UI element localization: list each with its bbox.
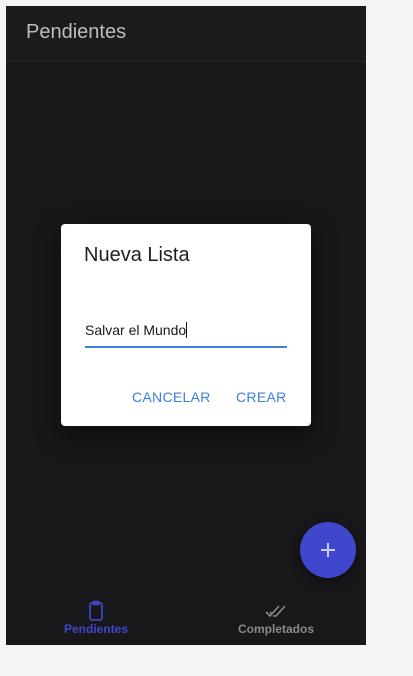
done-all-icon bbox=[265, 605, 286, 618]
list-name-input[interactable]: Salvar el Mundo bbox=[85, 316, 285, 344]
add-list-button[interactable] bbox=[300, 522, 356, 578]
list-name-field[interactable]: Salvar el Mundo bbox=[85, 316, 287, 348]
app-screen: Pendientes Nueva Lista Salvar el Mundo C… bbox=[6, 6, 366, 645]
bottom-navigation: Pendientes Completados bbox=[6, 589, 366, 645]
nav-item-pendientes[interactable]: Pendientes bbox=[6, 589, 186, 645]
page: Pendientes Nueva Lista Salvar el Mundo C… bbox=[0, 0, 413, 676]
create-button[interactable]: CREAR bbox=[236, 389, 287, 405]
text-caret bbox=[186, 322, 188, 338]
clipboard-icon bbox=[89, 600, 103, 621]
cancel-button[interactable]: CANCELAR bbox=[132, 389, 211, 405]
nav-label-completados: Completados bbox=[237, 622, 314, 636]
list-name-value: Salvar el Mundo bbox=[85, 322, 187, 338]
nav-item-completados[interactable]: Completados bbox=[186, 589, 366, 645]
dialog-actions: CANCELAR CREAR bbox=[61, 384, 311, 414]
dialog-title: Nueva Lista bbox=[84, 244, 190, 266]
nav-label-pendientes: Pendientes bbox=[63, 622, 129, 636]
new-list-dialog: Nueva Lista Salvar el Mundo CANCELAR CRE… bbox=[61, 224, 311, 426]
